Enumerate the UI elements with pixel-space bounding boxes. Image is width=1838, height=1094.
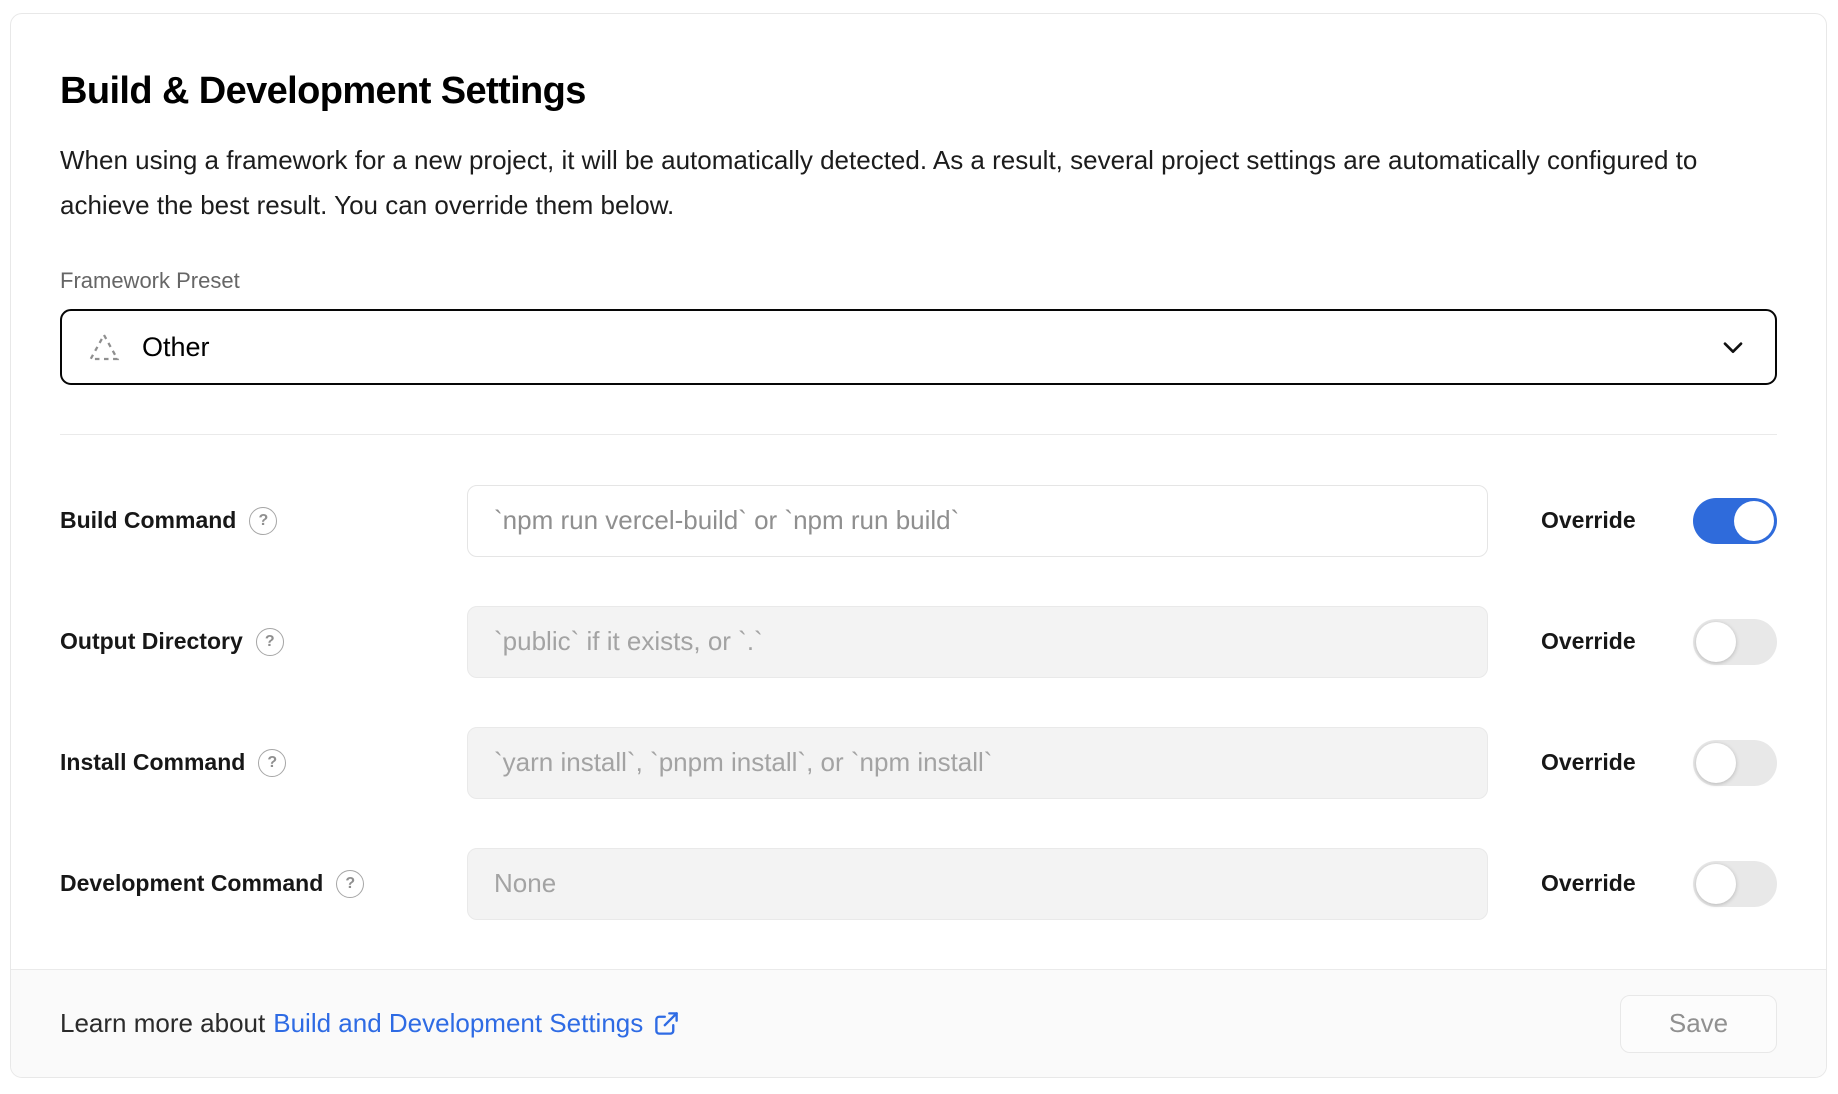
chevron-down-icon <box>1717 331 1749 363</box>
card-footer: Learn more about Build and Development S… <box>11 969 1826 1077</box>
install-command-input <box>467 727 1488 799</box>
output-directory-input <box>467 606 1488 678</box>
build-command-input[interactable] <box>467 485 1488 557</box>
framework-preset-label: Framework Preset <box>60 266 1777 296</box>
question-circle-icon[interactable]: ? <box>249 507 277 535</box>
output-directory-override-toggle[interactable] <box>1693 619 1777 665</box>
install-command-row: Install Command ? Override <box>60 702 1777 823</box>
footer-note-prefix: Learn more about <box>60 1008 265 1039</box>
card-body: Build & Development Settings When using … <box>11 14 1826 969</box>
development-command-override-toggle[interactable] <box>1693 861 1777 907</box>
row-label-group: Build Command ? <box>60 507 467 535</box>
override-control: Override <box>1541 740 1777 786</box>
page-title: Build & Development Settings <box>60 68 1777 114</box>
output-directory-row: Output Directory ? Override <box>60 581 1777 702</box>
row-label-group: Install Command ? <box>60 749 467 777</box>
override-control: Override <box>1541 619 1777 665</box>
row-label-group: Output Directory ? <box>60 628 467 656</box>
override-label: Override <box>1541 507 1636 534</box>
build-settings-docs-link[interactable]: Build and Development Settings <box>273 1008 680 1039</box>
override-label: Override <box>1541 749 1636 776</box>
build-settings-card: Build & Development Settings When using … <box>10 13 1827 1078</box>
row-label-group: Development Command ? <box>60 870 467 898</box>
development-command-input <box>467 848 1488 920</box>
settings-description: When using a framework for a new project… <box>60 138 1777 228</box>
toggle-knob <box>1696 864 1736 904</box>
build-command-label: Build Command <box>60 507 236 534</box>
footer-link-text: Build and Development Settings <box>273 1008 643 1039</box>
install-command-label: Install Command <box>60 749 245 776</box>
output-directory-label: Output Directory <box>60 628 243 655</box>
other-framework-icon <box>88 332 120 362</box>
footer-note: Learn more about Build and Development S… <box>60 1008 680 1039</box>
toggle-knob <box>1734 501 1774 541</box>
override-control: Override <box>1541 498 1777 544</box>
question-circle-icon[interactable]: ? <box>256 628 284 656</box>
override-control: Override <box>1541 861 1777 907</box>
question-circle-icon[interactable]: ? <box>336 870 364 898</box>
external-link-icon <box>653 1010 680 1037</box>
framework-preset-select[interactable]: Other <box>60 309 1777 385</box>
toggle-knob <box>1696 743 1736 783</box>
toggle-knob <box>1696 622 1736 662</box>
build-command-row: Build Command ? Override <box>60 460 1777 581</box>
install-command-override-toggle[interactable] <box>1693 740 1777 786</box>
section-divider <box>60 434 1777 435</box>
framework-preset-value: Other <box>142 332 210 363</box>
save-button[interactable]: Save <box>1620 995 1777 1053</box>
development-command-row: Development Command ? Override <box>60 823 1777 944</box>
override-label: Override <box>1541 870 1636 897</box>
development-command-label: Development Command <box>60 870 323 897</box>
question-circle-icon[interactable]: ? <box>258 749 286 777</box>
settings-rows: Build Command ? Override Output Director… <box>60 460 1777 944</box>
build-command-override-toggle[interactable] <box>1693 498 1777 544</box>
override-label: Override <box>1541 628 1636 655</box>
